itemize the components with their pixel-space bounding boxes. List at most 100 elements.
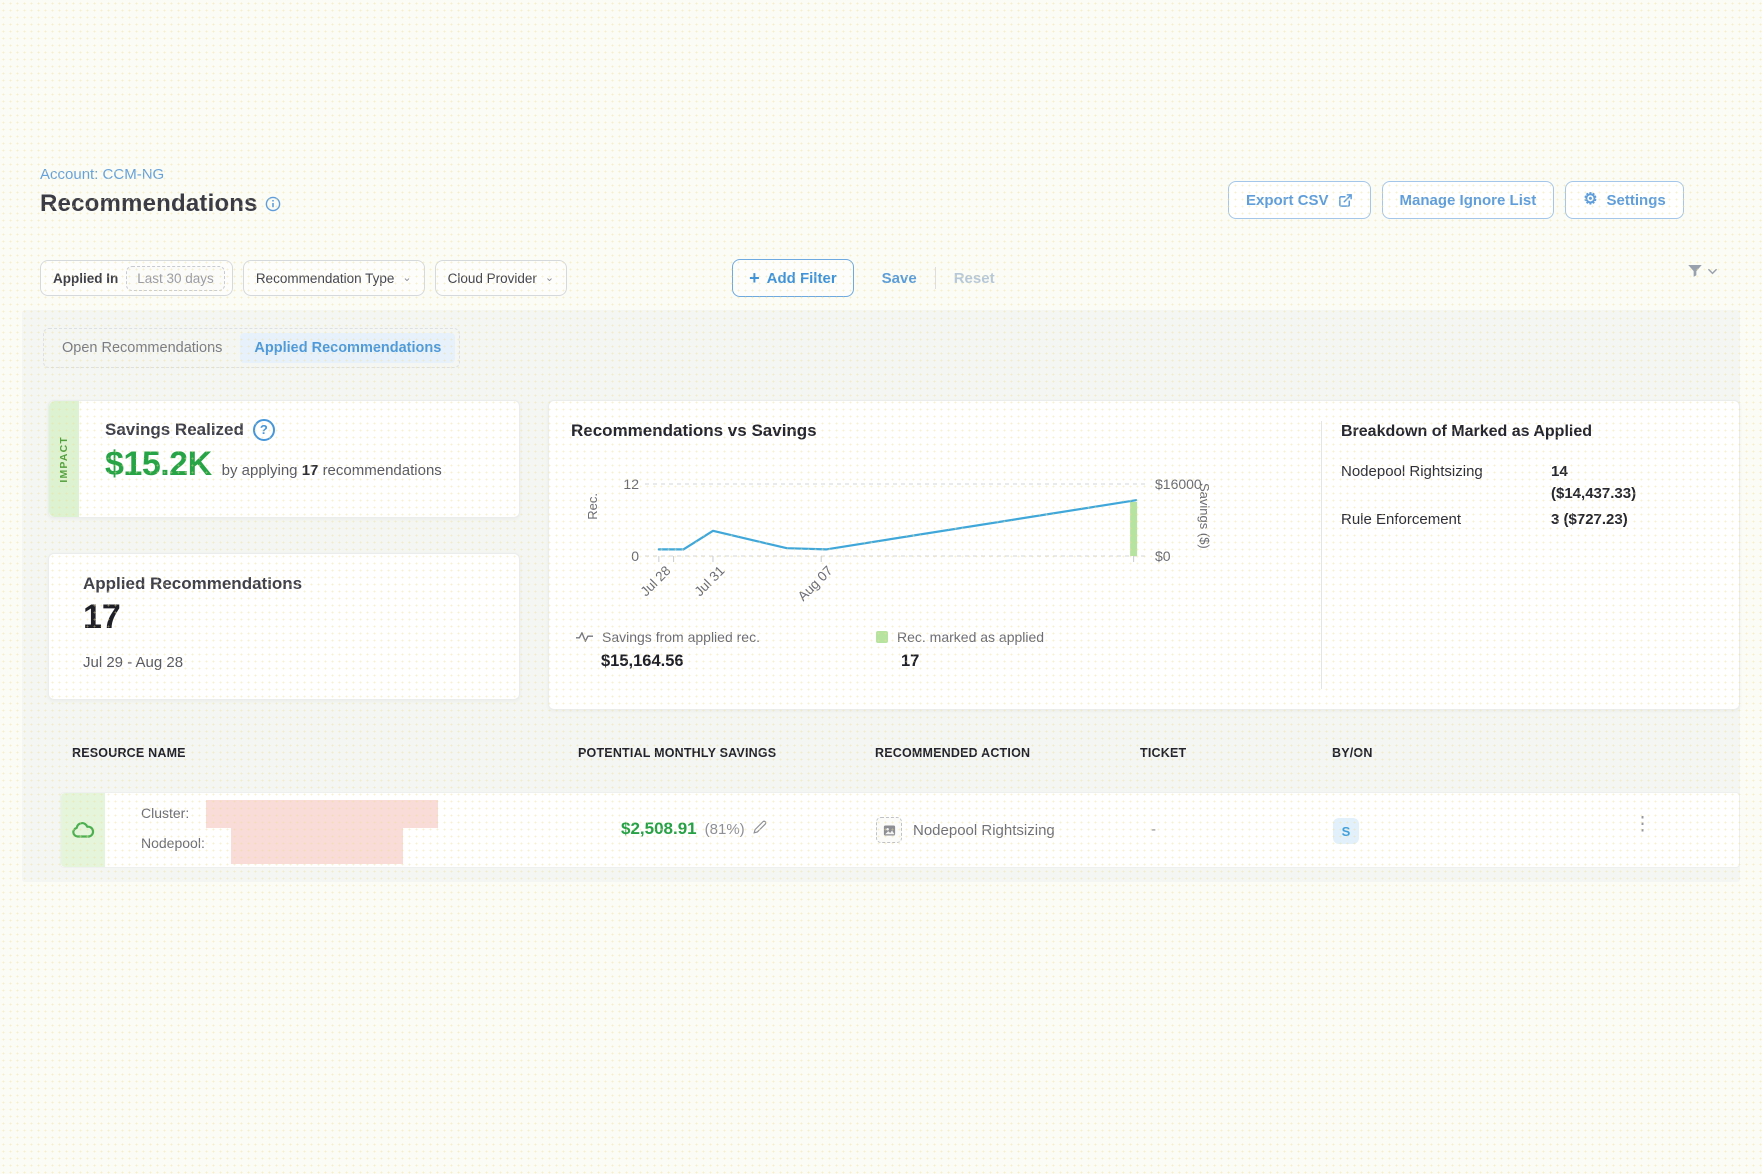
add-filter-label: Add Filter: [767, 270, 837, 287]
recommended-action-text: Nodepool Rightsizing: [913, 822, 1055, 839]
external-link-icon: [1338, 193, 1353, 208]
savings-realized-amount: $15.2K: [105, 445, 212, 484]
savings-percent: (81%): [705, 821, 745, 838]
settings-label: Settings: [1607, 192, 1666, 209]
x-tick-label: Jul 28: [637, 563, 673, 599]
gear-icon: ⚙: [1583, 192, 1597, 208]
tab-open-recommendations[interactable]: Open Recommendations: [48, 333, 236, 363]
savings-realized-card: IMPACT Savings Realized ? $15.2K by appl…: [48, 400, 520, 518]
legend-savings-value: $15,164.56: [601, 652, 760, 671]
breakdown-row-label: Nodepool Rightsizing: [1341, 463, 1483, 480]
export-csv-button[interactable]: Export CSV: [1228, 181, 1371, 219]
savings-realized-title: Savings Realized: [105, 420, 244, 440]
legend-savings: Savings from applied rec. $15,164.56: [576, 629, 760, 671]
impact-strip: IMPACT: [49, 401, 79, 517]
x-tick-label: Aug 07: [795, 563, 836, 604]
breakdown-title: Breakdown of Marked as Applied: [1341, 423, 1592, 441]
x-tick-label: Jul 31: [691, 563, 727, 599]
impact-strip-label: IMPACT: [58, 436, 70, 483]
col-header-recommended-action: RECOMMENDED ACTION: [875, 746, 1030, 760]
row-menu-button[interactable]: ⋮: [1627, 815, 1658, 835]
add-filter-button[interactable]: + Add Filter: [732, 259, 854, 297]
redacted-nodepool-value: [231, 826, 403, 864]
edit-savings-icon[interactable]: [753, 820, 767, 834]
help-icon[interactable]: ?: [253, 419, 275, 441]
right-axis-tick-16000: $16000: [1155, 476, 1202, 492]
legend-savings-label: Savings from applied rec.: [602, 629, 760, 645]
left-axis-tick-0: 0: [607, 548, 639, 564]
right-axis-tick-0: $0: [1155, 548, 1171, 564]
col-header-potential-savings: POTENTIAL MONTHLY SAVINGS: [578, 746, 776, 760]
chevron-down-icon: [1707, 266, 1718, 277]
col-header-by-on: BY/ON: [1332, 746, 1373, 760]
nodepool-icon: [876, 817, 902, 843]
funnel-icon: [1686, 262, 1704, 280]
recommended-action-cell: Nodepool Rightsizing: [876, 817, 1055, 843]
export-csv-label: Export CSV: [1246, 192, 1329, 209]
legend-marked-value: 17: [901, 652, 1044, 671]
applied-card-date-range: Jul 29 - Aug 28: [83, 654, 183, 671]
desc-count: 17: [302, 462, 319, 479]
breadcrumb[interactable]: Account: CCM-NG: [40, 166, 164, 183]
chart-axis-ticks: [659, 556, 1134, 562]
table-row[interactable]: Cluster: Nodepool: $2,508.91 (81%) Nodep…: [60, 792, 1740, 868]
desc-suffix: recommendations: [323, 462, 442, 479]
breakdown-row-label: Rule Enforcement: [1341, 511, 1461, 528]
breakdown-row-value: 14: [1551, 463, 1568, 480]
savings-realized-desc: by applying 17 recommendations: [222, 462, 442, 479]
breakdown-row-value: 3 ($727.23): [1551, 511, 1628, 528]
green-square-icon: [876, 631, 888, 643]
chart-card: Recommendations vs Savings 12 0 Rec. $16…: [548, 400, 1740, 710]
ticket-value: -: [1151, 821, 1156, 838]
cloud-icon: [70, 817, 96, 843]
savings-value: $2,508.91: [621, 819, 697, 839]
info-icon[interactable]: [265, 196, 281, 212]
chart-bar: [1130, 502, 1137, 556]
applied-in-value[interactable]: Last 30 days: [126, 266, 225, 291]
chart-line: [659, 500, 1136, 549]
recommendations-tabs: Open Recommendations Applied Recommendat…: [43, 328, 460, 368]
filter-divider: [935, 267, 936, 289]
chevron-down-icon: ⌄: [402, 273, 411, 284]
chevron-down-icon: ⌄: [545, 273, 554, 284]
cloud-provider-label: Cloud Provider: [448, 271, 537, 286]
pulse-icon: [576, 631, 593, 643]
legend-marked-label: Rec. marked as applied: [897, 629, 1044, 645]
cluster-label: Cluster:: [141, 805, 189, 821]
header-actions: Export CSV Manage Ignore List ⚙ Settings: [1228, 181, 1684, 219]
card-divider: [1321, 421, 1322, 689]
applied-in-label: Applied In: [53, 271, 118, 286]
filter-panel-toggle[interactable]: [1686, 262, 1718, 280]
reset-filter-link: Reset: [954, 270, 995, 287]
filter-bar: Applied In Last 30 days Recommendation T…: [40, 258, 995, 298]
recommendations-page: Account: CCM-NG Recommendations Export C…: [0, 0, 1762, 1174]
cloud-provider-filter[interactable]: Cloud Provider ⌄: [435, 260, 568, 296]
applied-card-count: 17: [83, 598, 121, 637]
row-status-strip: [61, 793, 105, 867]
legend-marked-applied: Rec. marked as applied 17: [876, 629, 1044, 671]
save-filter-link[interactable]: Save: [882, 270, 917, 287]
recommendation-type-filter[interactable]: Recommendation Type ⌄: [243, 260, 425, 296]
potential-savings-cell: $2,508.91 (81%): [621, 819, 767, 839]
manage-ignore-list-button[interactable]: Manage Ignore List: [1382, 181, 1555, 219]
applied-card-title: Applied Recommendations: [83, 574, 302, 594]
chart-plot: [645, 476, 1145, 568]
applied-recommendations-card: Applied Recommendations 17 Jul 29 - Aug …: [48, 553, 520, 700]
tab-applied-recommendations[interactable]: Applied Recommendations: [240, 333, 455, 363]
desc-prefix: by applying: [222, 462, 298, 479]
col-header-resource-name: RESOURCE NAME: [72, 746, 186, 760]
recommendation-type-label: Recommendation Type: [256, 271, 395, 286]
settings-button[interactable]: ⚙ Settings: [1565, 181, 1684, 219]
nodepool-label: Nodepool:: [141, 835, 205, 851]
manage-ignore-label: Manage Ignore List: [1400, 192, 1537, 209]
content-panel: Open Recommendations Applied Recommendat…: [22, 310, 1740, 882]
redacted-cluster-value: [206, 800, 438, 828]
chart-title: Recommendations vs Savings: [571, 421, 817, 441]
applied-in-filter[interactable]: Applied In Last 30 days: [40, 260, 233, 296]
plus-icon: +: [749, 269, 760, 287]
col-header-ticket: TICKET: [1140, 746, 1186, 760]
by-on-avatar[interactable]: S: [1333, 818, 1359, 844]
page-title: Recommendations: [40, 190, 258, 218]
left-axis-label: Rec.: [585, 493, 600, 520]
left-axis-tick-12: 12: [607, 476, 639, 492]
